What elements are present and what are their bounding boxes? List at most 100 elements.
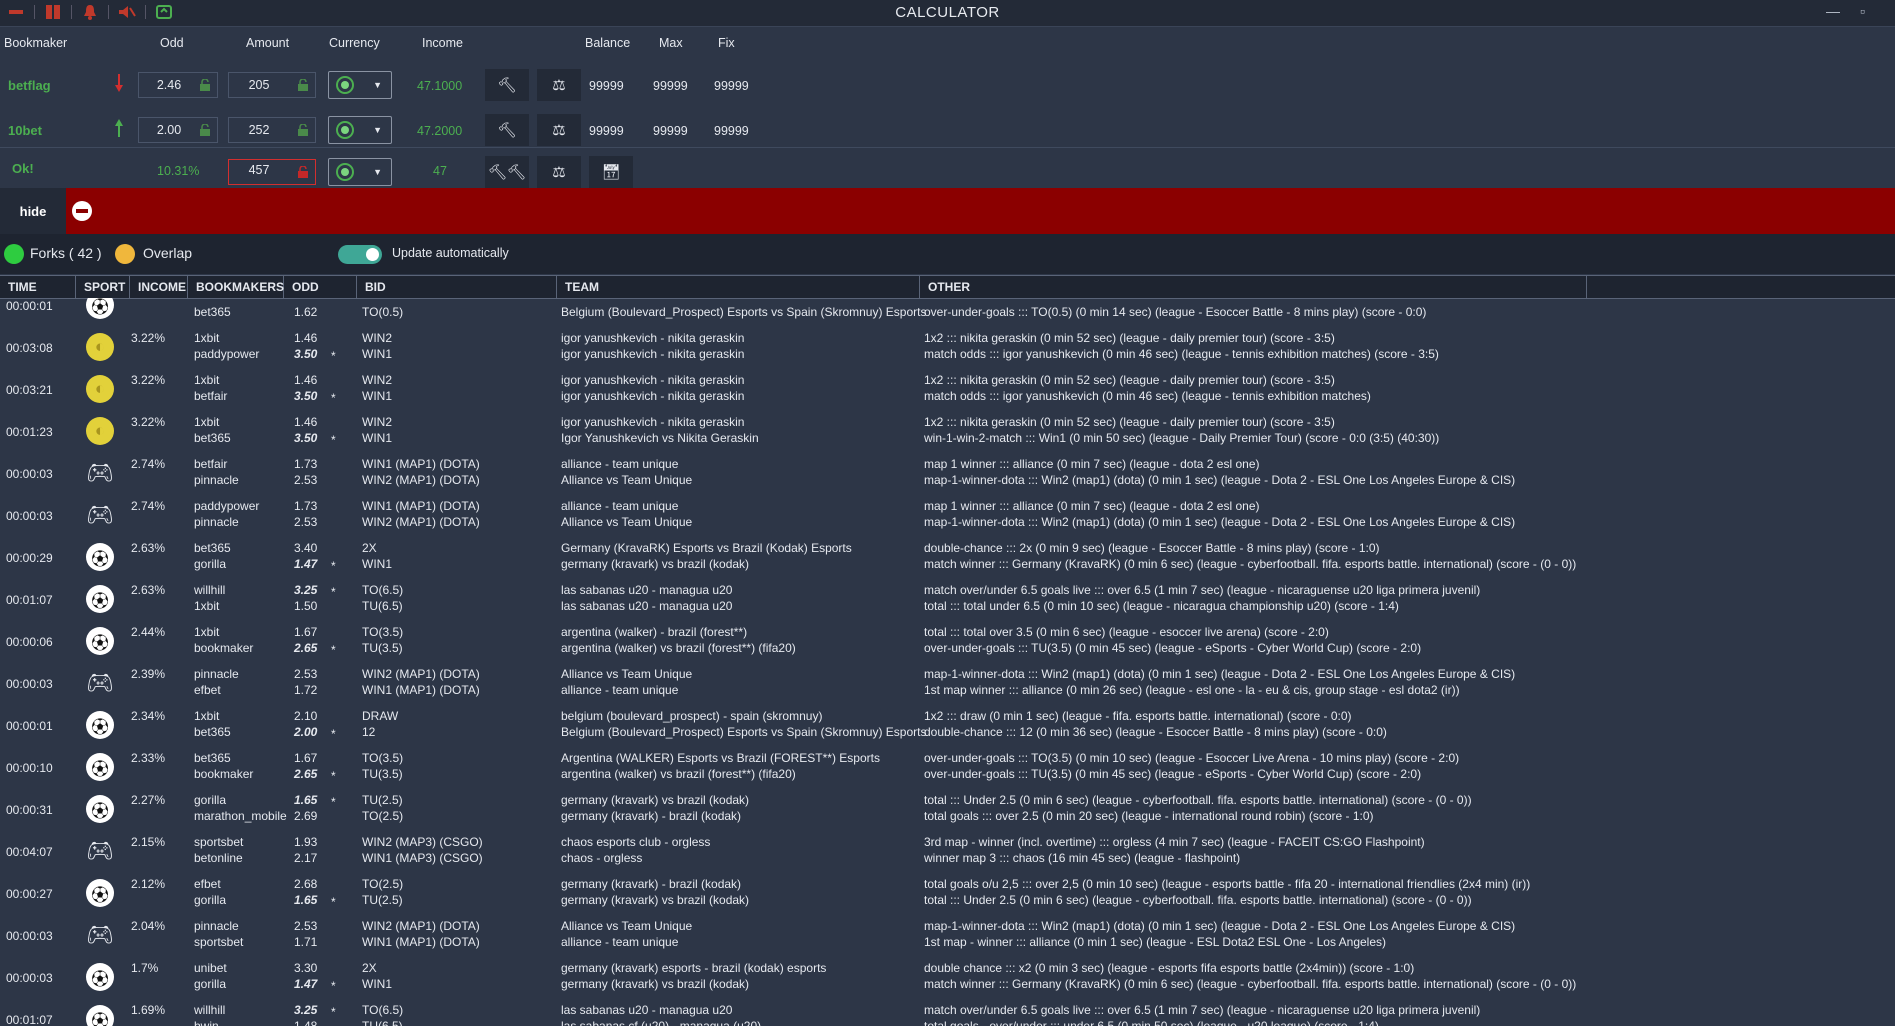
row-odd-2: 1.50 [294, 599, 318, 613]
table-row[interactable]: 00:00:29 ⚽︎ 2.63% bet365 gorilla 3.40 1.47 * 2X W… [0, 536, 1895, 578]
table-row[interactable]: 00:00:10 ⚽︎ 2.33% bet365 bookmaker 1.67 2.65 * T… [0, 746, 1895, 788]
row-odd-2: 3.50 [294, 389, 318, 403]
row-odd-1: 3.30 [294, 961, 318, 975]
row-team-1: argentina (walker) - brazil (forest**) [561, 625, 748, 639]
row-team-1: Germany (KravaRK) Esports vs Brazil (Kod… [561, 541, 852, 555]
calendar-button[interactable]: 📅︎ [589, 156, 633, 188]
row-team-2: alliance - team unique [561, 935, 679, 949]
table-row[interactable]: 00:00:03 🎮︎ 2.74% paddypower pinnacle 1.73 2.5… [0, 494, 1895, 536]
row-other-2: over-under-goals ::: TU(3.5) (0 min 45 s… [924, 767, 1422, 781]
column-header-income[interactable]: INCOME [130, 276, 188, 298]
row-bookmaker-2: betfair [194, 389, 228, 403]
column-header-bid[interactable]: BID [357, 276, 557, 298]
lock-icon[interactable] [199, 124, 211, 136]
lock-icon[interactable] [297, 79, 309, 91]
balance-scale-button[interactable]: ⚖︎ [537, 69, 581, 101]
total-amount-field[interactable]: 457 [228, 159, 316, 185]
table-row[interactable]: 00:01:07 ⚽︎ 2.63% willhill 1xbit 3.25 1.50 * TO(… [0, 578, 1895, 620]
header-currency: Currency [329, 36, 380, 50]
row-bookmaker-2: gorilla [194, 893, 227, 907]
row-team-2: germany (kravark) - brazil (kodak) [561, 809, 742, 823]
row-income: 3.22% [131, 373, 166, 387]
row-time: 00:00:29 [6, 551, 53, 565]
row-time: 00:00:03 [6, 677, 53, 691]
currency-select[interactable]: ▼ [328, 116, 392, 144]
amount-field[interactable]: 205 [228, 72, 316, 98]
table-row[interactable]: 00:00:31 ⚽︎ 2.27% gorilla marathon_mobile 1.6… [0, 788, 1895, 830]
column-header-other[interactable]: OTHER [920, 276, 1587, 298]
forks-label[interactable]: Forks ( 42 ) [30, 245, 102, 261]
row-other-1: map 1 winner ::: alliance (0 min 7 sec) … [924, 499, 1260, 513]
row-star-1: * [331, 795, 336, 809]
row-bid-2: 12 [362, 725, 376, 739]
column-header-odd[interactable]: ODD [284, 276, 357, 298]
row-bid-1: WIN1 (MAP1) (DOTA) [362, 457, 480, 471]
gamepad-icon: 🎮︎ [86, 838, 114, 863]
column-header-sport[interactable]: SPORT [76, 276, 130, 298]
table-row[interactable]: 00:00:01 ⚽︎ 2.34% 1xbit bet365 2.10 2.00 * DRAW 1… [0, 704, 1895, 746]
lock-icon[interactable] [297, 124, 309, 136]
remove-icon[interactable] [72, 201, 92, 221]
row-team-1: belgium (boulevard_prospect) - spain (sk… [561, 709, 823, 723]
soccer-ball-icon: ⚽︎ [86, 795, 114, 823]
row-bid-2: WIN1 [362, 977, 392, 991]
row-team-1: alliance - team unique [561, 499, 679, 513]
column-header-time[interactable]: TIME [0, 276, 76, 298]
table-row[interactable]: 00:03:21 ◐ 3.22% 1xbit betfair 1.46 3.50 * WIN2 W… [0, 368, 1895, 410]
row-team-2: igor yanushkevich - nikita geraskin [561, 389, 745, 403]
row-other-2: total goals - over/under ::: under 6.5 (… [924, 1019, 1379, 1026]
soccer-ball-icon: ⚽︎ [86, 711, 114, 739]
row-odd-1: 3.25 [294, 583, 318, 597]
row-bid-2: WIN1 [362, 431, 392, 445]
lock-icon[interactable] [199, 79, 211, 91]
header-bookmaker: Bookmaker [4, 36, 68, 50]
minimize-icon[interactable]: — [1826, 3, 1840, 19]
table-row[interactable]: 00:00:27 ⚽︎ 2.12% efbet gorilla 2.68 1.65 * TO(2… [0, 872, 1895, 914]
table-row[interactable]: 00:03:08 ◐ 3.22% 1xbit paddypower 1.46 3.50 * WI… [0, 326, 1895, 368]
odd-field[interactable]: 2.00 [138, 117, 218, 143]
currency-select[interactable]: ▼ [328, 158, 392, 186]
maximize-icon[interactable]: ▫ [1860, 3, 1865, 19]
double-hammer-button[interactable]: 🔨︎🔨︎ [485, 156, 529, 188]
hide-button[interactable]: hide [0, 188, 66, 234]
soccer-ball-icon: ⚽︎ [86, 879, 114, 907]
overlap-label[interactable]: Overlap [143, 245, 192, 261]
row-other-2: match winner ::: Germany (KravaRK) (0 mi… [924, 977, 1577, 991]
gamepad-icon: 🎮︎ [86, 922, 114, 947]
auto-update-toggle[interactable] [338, 245, 382, 264]
amount-field[interactable]: 252 [228, 117, 316, 143]
row-bookmaker-2: pinnacle [194, 515, 239, 529]
row-odd-2: 1.62 [294, 305, 318, 319]
table-row[interactable]: 00:00:03 🎮︎ 2.74% betfair pinnacle 1.73 2.53 WI… [0, 452, 1895, 494]
currency-select[interactable]: ▼ [328, 71, 392, 99]
row-bookmaker-2: betonline [194, 851, 243, 865]
lock-icon[interactable] [297, 166, 309, 178]
column-header-team[interactable]: TEAM [557, 276, 920, 298]
table-row[interactable]: 00:01:07 ⚽︎ 1.69% willhill bwin 3.25 1.48 * TO(6… [0, 998, 1895, 1026]
max-value: 99999 [653, 124, 688, 138]
table-row[interactable]: 00:04:07 🎮︎ 2.15% sportsbet betonline 1.93 2.1… [0, 830, 1895, 872]
column-header-bookmakers[interactable]: BOOKMAKERS [188, 276, 284, 298]
row-odd-2: 2.69 [294, 809, 318, 823]
table-row[interactable]: 00:00:06 ⚽︎ 2.44% 1xbit bookmaker 1.67 2.65 * TO… [0, 620, 1895, 662]
chevron-down-icon: ▼ [373, 167, 382, 177]
table-row[interactable]: 00:00:01 ⚽︎ bet365 1.62 TO(0.5) Belgium (Boul… [0, 298, 1895, 326]
table-row[interactable]: 00:00:03 🎮︎ 2.04% pinnacle sportsbet 2.53 1.71… [0, 914, 1895, 956]
header-fix: Fix [718, 36, 735, 50]
row-odd-1: 2.68 [294, 877, 318, 891]
row-odd-2: 1.71 [294, 935, 318, 949]
odd-field[interactable]: 2.46 [138, 72, 218, 98]
row-bid-2: TU(2.5) [362, 893, 403, 907]
row-bookmaker-2: paddypower [194, 347, 260, 361]
balance-scale-button[interactable]: ⚖︎ [537, 156, 581, 188]
hammer-button[interactable]: 🔨︎ [485, 69, 529, 101]
row-bid-2: WIN1 (MAP1) (DOTA) [362, 683, 480, 697]
row-time: 00:00:01 [6, 719, 53, 733]
row-star-2: * [331, 391, 336, 405]
table-row[interactable]: 00:01:23 ◐ 3.22% 1xbit bet365 1.46 3.50 * WIN2 WI… [0, 410, 1895, 452]
hammer-button[interactable]: 🔨︎ [485, 114, 529, 146]
table-row[interactable]: 00:00:03 ⚽︎ 1.7% unibet gorilla 3.30 1.47 * 2X WI… [0, 956, 1895, 998]
table-row[interactable]: 00:00:03 🎮︎ 2.39% pinnacle efbet 2.53 1.72 WIN2… [0, 662, 1895, 704]
balance-scale-button[interactable]: ⚖︎ [537, 114, 581, 146]
row-odd-2: 3.50 [294, 347, 318, 361]
